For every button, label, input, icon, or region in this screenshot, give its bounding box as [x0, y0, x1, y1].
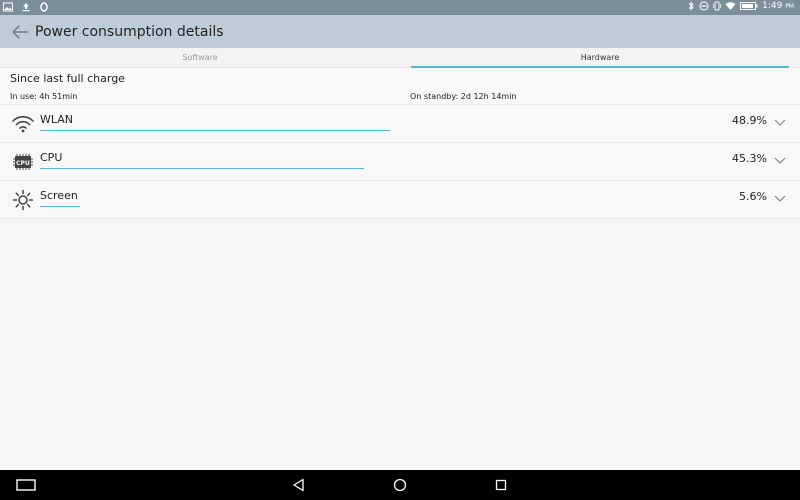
home-circle-icon[interactable] — [392, 477, 408, 493]
multi-window-icon[interactable] — [16, 477, 36, 493]
wifi-icon — [12, 116, 34, 133]
usage-bar — [40, 130, 390, 131]
item-label: Screen — [40, 189, 78, 202]
tab-hardware[interactable]: Hardware — [411, 48, 789, 68]
vibrate-icon — [713, 1, 721, 11]
item-percent: 48.9% — [732, 114, 767, 127]
battery-icon — [740, 2, 758, 10]
navigation-bar — [0, 470, 800, 500]
status-bar-notifications — [3, 2, 49, 12]
tab-bar: Software Hardware — [0, 48, 800, 68]
item-percent: 5.6% — [739, 190, 767, 203]
cpu-icon: CPU — [13, 154, 33, 170]
do-not-disturb-icon — [699, 1, 709, 11]
item-label: CPU — [40, 151, 63, 164]
page-title: Power consumption details — [35, 24, 224, 40]
standby-time: On standby: 2d 12h 14min — [410, 92, 517, 101]
status-bar: 1:49 PM — [0, 0, 800, 15]
opera-icon — [40, 2, 48, 12]
bluetooth-icon — [688, 1, 694, 11]
list-item-cpu[interactable]: CPU CPU 45.3% — [0, 143, 800, 181]
item-percent: 45.3% — [732, 152, 767, 165]
image-icon — [3, 2, 13, 12]
chevron-down-icon[interactable] — [774, 155, 786, 165]
list-item-screen[interactable]: Screen 5.6% — [0, 181, 800, 219]
recents-square-icon[interactable] — [493, 477, 509, 493]
tab-software[interactable]: Software — [0, 48, 400, 68]
usage-bar — [40, 168, 364, 169]
usage-summary: Since last full charge In use: 4h 51min … — [0, 68, 800, 105]
item-label: WLAN — [40, 113, 74, 126]
status-bar-system: 1:49 PM — [687, 1, 794, 11]
usage-bar — [40, 206, 80, 207]
upload-icon — [22, 3, 30, 12]
back-triangle-icon[interactable] — [291, 477, 307, 493]
brightness-icon — [12, 189, 34, 211]
in-use-time: In use: 4h 51min — [10, 92, 78, 101]
wifi-icon — [725, 2, 736, 10]
app-bar: Power consumption details — [0, 15, 800, 48]
status-time: 1:49 PM — [762, 1, 794, 11]
summary-heading: Since last full charge — [10, 72, 125, 85]
svg-text:CPU: CPU — [16, 160, 30, 167]
back-arrow-icon[interactable] — [10, 22, 30, 42]
list-item-wlan[interactable]: WLAN 48.9% — [0, 105, 800, 143]
chevron-down-icon[interactable] — [774, 193, 786, 203]
chevron-down-icon[interactable] — [774, 117, 786, 127]
